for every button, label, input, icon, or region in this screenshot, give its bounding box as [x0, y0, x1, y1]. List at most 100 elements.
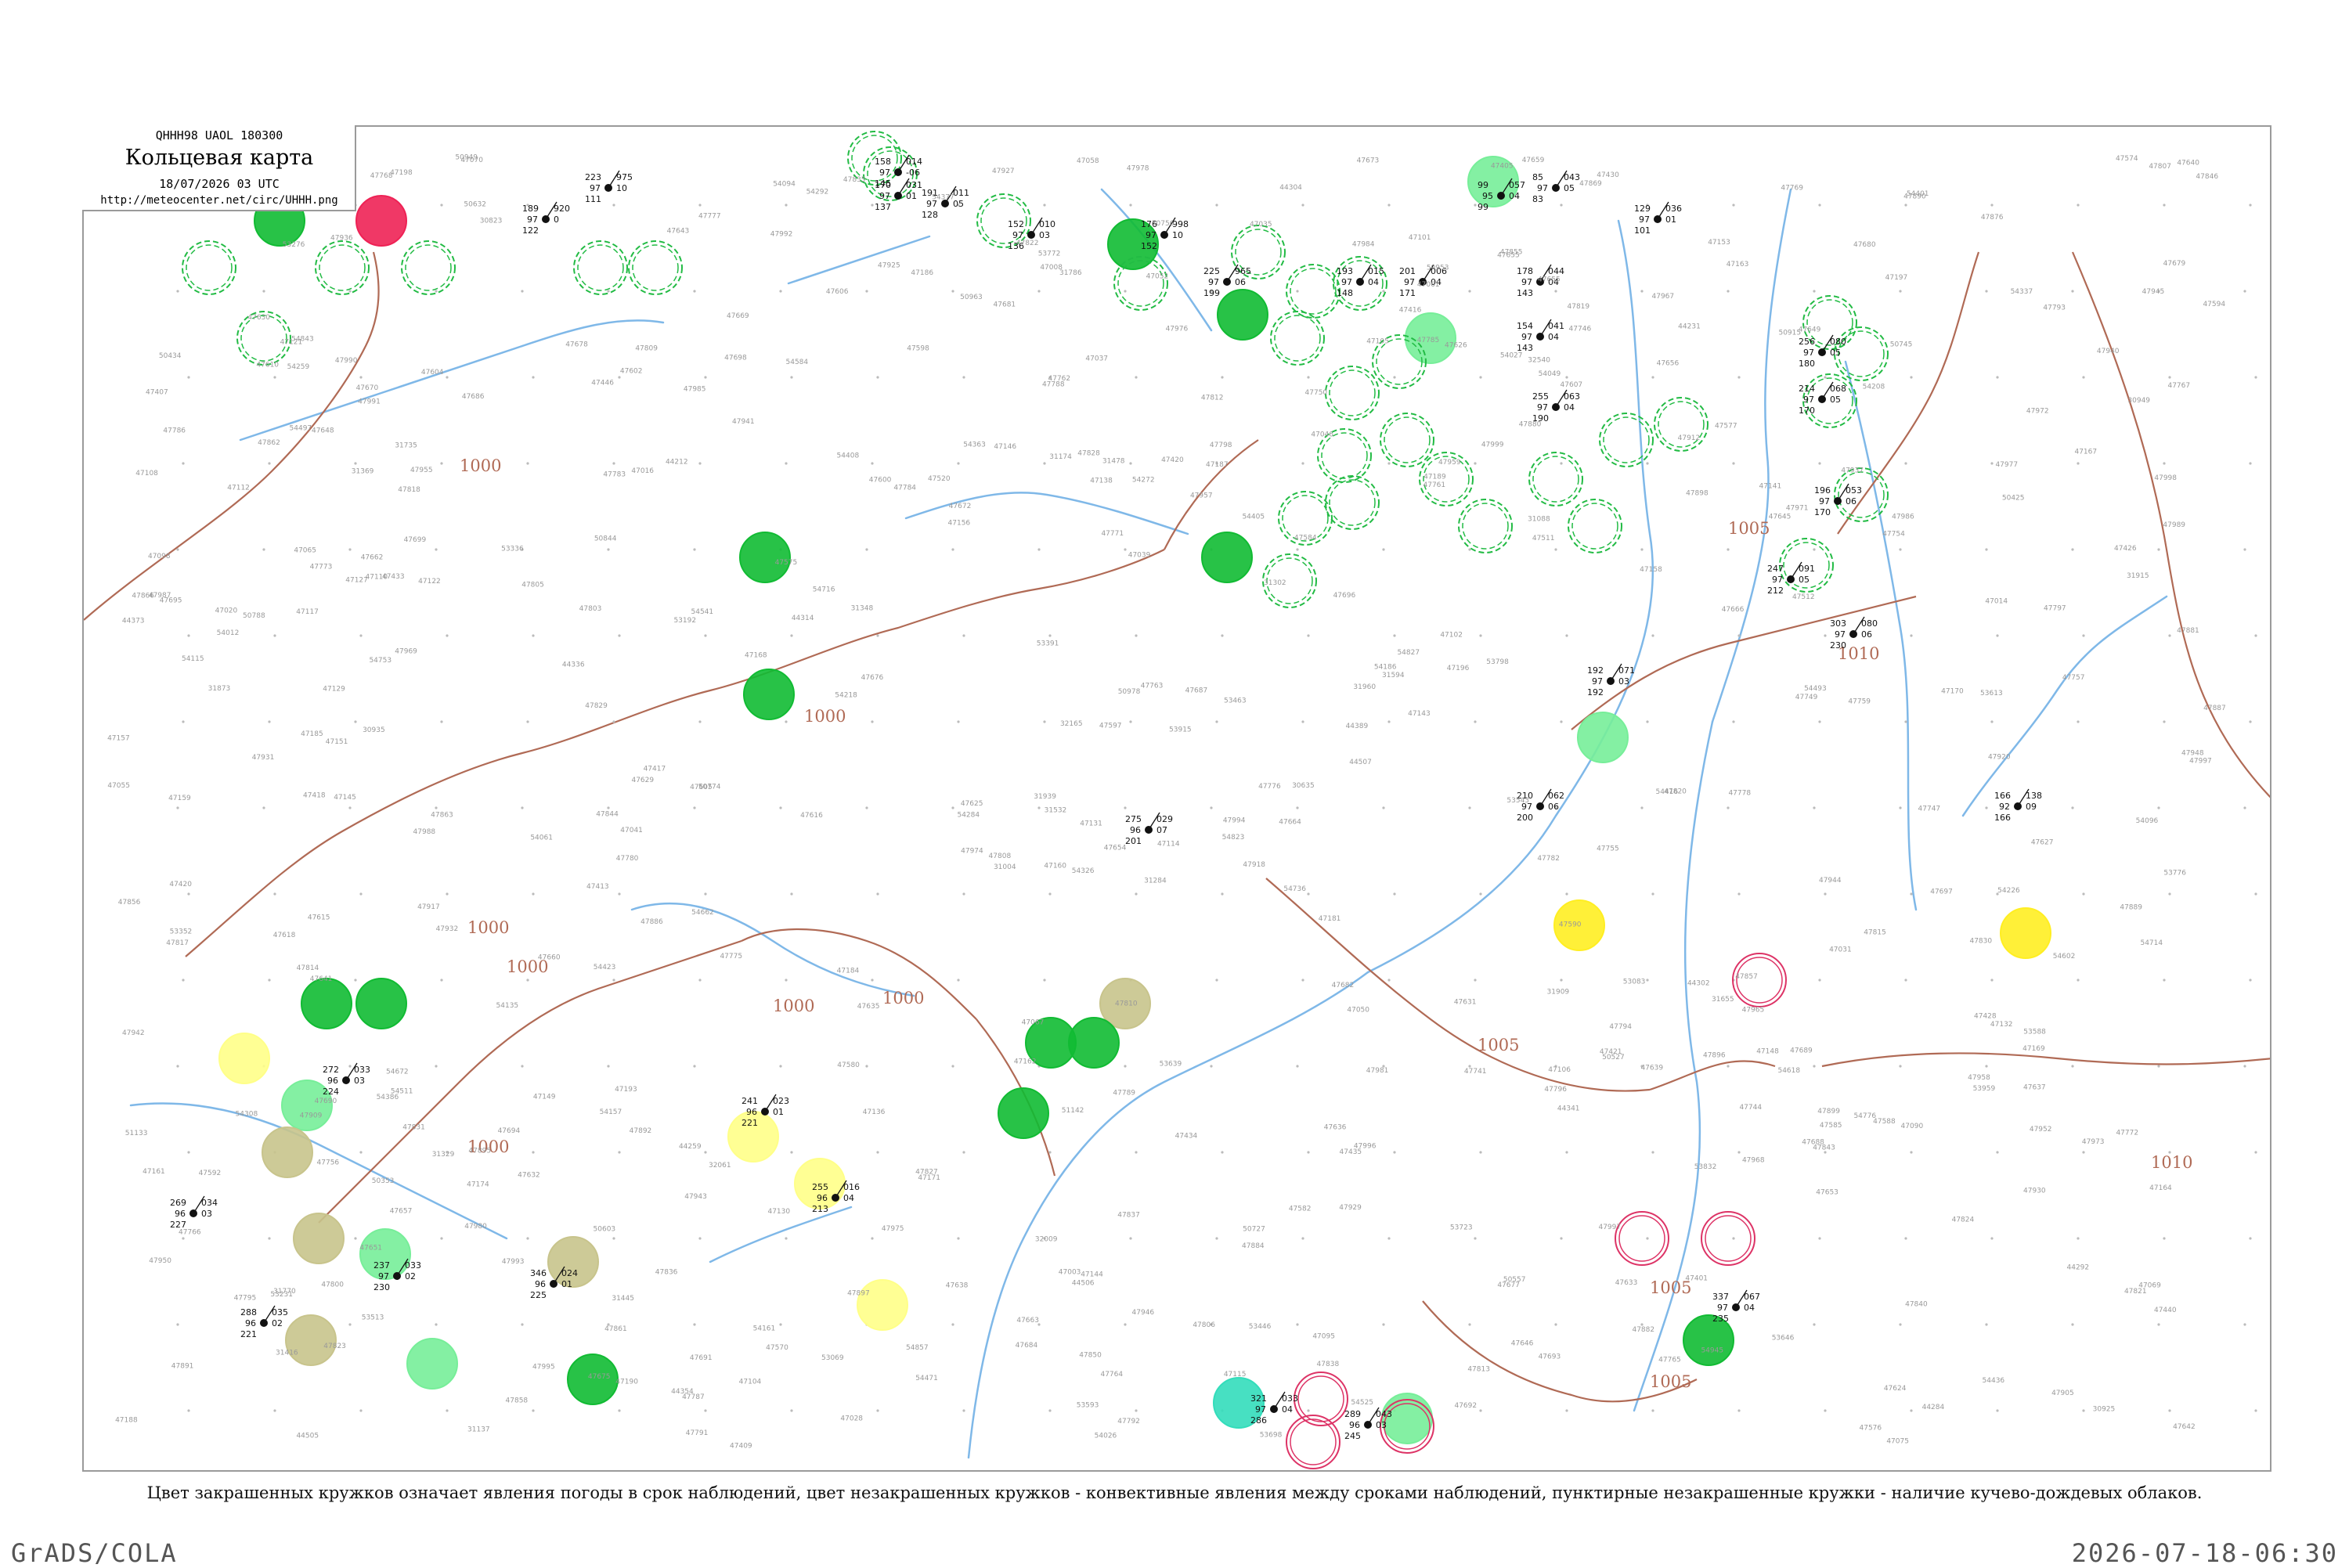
station-index: 31004 — [994, 863, 1016, 871]
station-index: 47957 — [1190, 492, 1213, 499]
station-index: 47786 — [163, 427, 186, 435]
grid-dot — [1048, 634, 1052, 637]
grid-dot — [951, 290, 954, 293]
ring-inner — [1603, 416, 1650, 463]
station-index: 47817 — [166, 939, 189, 947]
station-index: 47101 — [1409, 234, 1431, 242]
station-index: 47990 — [335, 357, 358, 365]
station-index: 53588 — [2023, 1029, 2046, 1036]
station-index: 47592 — [199, 1170, 222, 1177]
station-index: 47992 — [770, 231, 793, 239]
grid-dot — [876, 376, 879, 379]
station-index: 47645 — [1769, 513, 1792, 521]
station-index: 47577 — [1715, 423, 1737, 431]
station-index: 47148 — [1756, 1048, 1779, 1056]
station-index: 47014 — [1985, 597, 2008, 605]
grid-dot — [1904, 720, 1907, 723]
station-tendency: 024 — [561, 1268, 578, 1278]
station-extra: 01 — [561, 1279, 572, 1289]
station-index: 47670 — [356, 384, 379, 392]
grid-dot — [1043, 720, 1046, 723]
grid-dot — [1382, 548, 1385, 551]
station-index: 53723 — [1450, 1224, 1473, 1232]
product-code: QHHH98 UAOL 180300 — [155, 128, 283, 142]
station-plot: 154 04197 04143 — [1517, 319, 1564, 353]
station-index: 31137 — [467, 1426, 490, 1433]
ring-inner — [319, 244, 366, 291]
grid-dot — [359, 1151, 363, 1154]
station-index: 47768 — [370, 172, 393, 180]
isobars-layer — [84, 251, 2270, 1403]
station-index: 47829 — [585, 702, 608, 710]
station-dew: 122 — [522, 225, 539, 236]
station-index: 47932 — [436, 925, 459, 933]
cb-ring — [1286, 264, 1340, 319]
station-plot: 256 080 97 05 180 — [1799, 334, 1846, 369]
station-index: 47659 — [1522, 157, 1545, 164]
station-index: 47686 — [462, 393, 485, 401]
station-index: 47791 — [686, 1429, 709, 1437]
station-index: 47747 — [1918, 805, 1941, 813]
station-index: 47793 — [2043, 304, 2066, 312]
station-index: 47636 — [1324, 1124, 1347, 1132]
grid-dot — [2163, 204, 2166, 207]
station-index: 47512 — [1792, 593, 1815, 601]
ring-inner — [1532, 456, 1579, 503]
station-index: 31909 — [1547, 988, 1570, 996]
station-index: 44212 — [666, 459, 688, 467]
station-index: 47682 — [1332, 982, 1355, 989]
station-plot: 191 01197 05128 — [922, 186, 969, 220]
station-tendency: 034 — [201, 1198, 218, 1208]
station-index: 47678 — [565, 341, 588, 348]
grid-dot — [176, 806, 179, 809]
station-index: 53446 — [1249, 1323, 1272, 1331]
station-index: 47996 — [1354, 1143, 1377, 1151]
station-index: 47803 — [579, 605, 602, 613]
grid-dot — [693, 1323, 696, 1326]
station-index: 47677 — [1497, 1281, 1520, 1289]
weather-circle — [406, 1338, 458, 1390]
station-index: 47646 — [1511, 1339, 1534, 1347]
ring-inner — [1274, 315, 1321, 362]
grid-dot — [1818, 979, 1821, 982]
grid-dot — [1990, 462, 1994, 465]
station-index: 47689 — [1790, 1047, 1813, 1055]
map-url[interactable]: http://meteocenter.net/circ/UHHH.png — [82, 194, 356, 207]
grid-dot — [612, 979, 615, 982]
grid-dot — [1737, 634, 1741, 637]
station-index: 54161 — [753, 1325, 776, 1333]
station-index: 47819 — [1568, 303, 1590, 311]
station-index: 54714 — [2140, 939, 2163, 947]
grid-dot — [1560, 1237, 1563, 1240]
grid-dot — [612, 1237, 615, 1240]
station-index: 47610 — [256, 361, 279, 369]
grid-dot — [1135, 376, 1138, 379]
grid-dot — [2254, 634, 2257, 637]
station-index: 47810 — [1115, 1000, 1138, 1008]
station-index: 47164 — [2149, 1184, 2172, 1192]
station-plot: 247 091 97 05 212 — [1767, 561, 1815, 596]
isobar-label: 1005 — [1478, 1036, 1519, 1054]
station-index: 47104 — [739, 1379, 762, 1386]
station-plot: 272 033 96 03 224 — [323, 1062, 370, 1097]
river-12 — [1961, 595, 2168, 817]
station-pressure: 225 — [1203, 266, 1220, 276]
station-index: 47197 — [1885, 274, 1908, 282]
station-index: 53352 — [170, 928, 193, 936]
station-index: 47588 — [1873, 1118, 1896, 1126]
station-index: 47785 — [1417, 337, 1440, 344]
station-extra: 0 — [554, 214, 559, 225]
station-index: 54027 — [1500, 351, 1523, 359]
river-1 — [1711, 188, 1792, 723]
weather-circle — [998, 1087, 1049, 1139]
station-pressure: 237 — [373, 1260, 390, 1271]
grid-dot — [1301, 462, 1304, 465]
grid-dot — [1387, 1237, 1391, 1240]
station-index: 47413 — [586, 883, 609, 891]
weather-circle — [2000, 907, 2051, 959]
grid-dot — [1565, 892, 1568, 896]
grid-dot — [2077, 462, 2080, 465]
station-temp: 96 — [245, 1318, 256, 1328]
station-index: 47767 — [2167, 382, 2190, 390]
grid-dot — [1904, 204, 1907, 207]
